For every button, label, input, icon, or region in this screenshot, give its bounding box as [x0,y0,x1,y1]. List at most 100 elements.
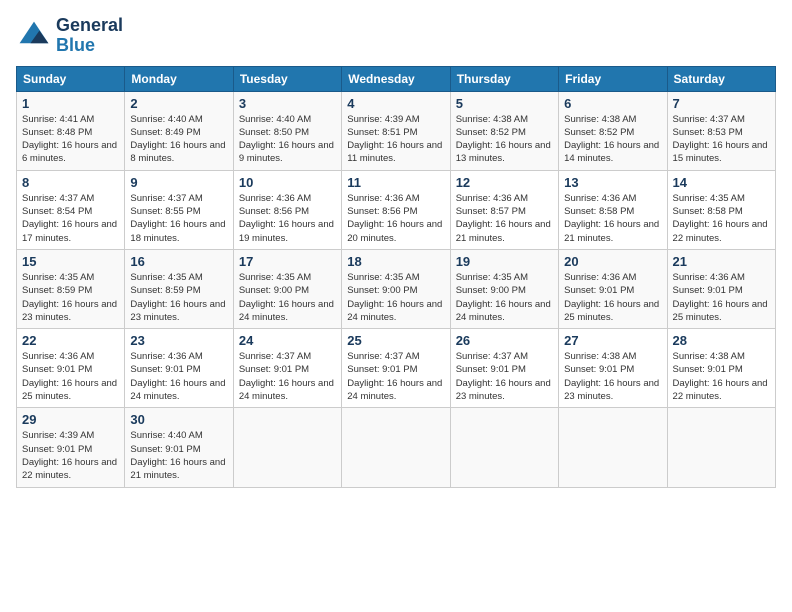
day-number: 4 [347,96,444,111]
logo: General Blue [16,16,123,56]
calendar-table: SundayMondayTuesdayWednesdayThursdayFrid… [16,66,776,488]
day-number: 27 [564,333,661,348]
day-info: Sunrise: 4:36 AMSunset: 9:01 PMDaylight:… [130,350,227,403]
day-info: Sunrise: 4:39 AMSunset: 9:01 PMDaylight:… [22,429,119,482]
day-info: Sunrise: 4:39 AMSunset: 8:51 PMDaylight:… [347,113,444,166]
day-info: Sunrise: 4:36 AMSunset: 9:01 PMDaylight:… [22,350,119,403]
day-cell: 6 Sunrise: 4:38 AMSunset: 8:52 PMDaylight… [559,91,667,170]
day-info: Sunrise: 4:37 AMSunset: 8:54 PMDaylight:… [22,192,119,245]
day-number: 8 [22,175,119,190]
day-cell: 28 Sunrise: 4:38 AMSunset: 9:01 PMDayligh… [667,329,775,408]
day-info: Sunrise: 4:37 AMSunset: 9:01 PMDaylight:… [347,350,444,403]
day-cell: 10 Sunrise: 4:36 AMSunset: 8:56 PMDayligh… [233,170,341,249]
day-info: Sunrise: 4:38 AMSunset: 8:52 PMDaylight:… [564,113,661,166]
day-number: 13 [564,175,661,190]
day-cell: 23 Sunrise: 4:36 AMSunset: 9:01 PMDayligh… [125,329,233,408]
day-info: Sunrise: 4:35 AMSunset: 9:00 PMDaylight:… [347,271,444,324]
logo-text: General Blue [56,16,123,56]
logo-icon [16,18,52,54]
day-cell: 15Sunrise: 4:35 AMSunset: 8:59 PMDayligh… [17,249,125,328]
day-number: 30 [130,412,227,427]
day-number: 20 [564,254,661,269]
empty-cell [667,408,775,487]
weekday-header-sunday: Sunday [17,66,125,91]
day-info: Sunrise: 4:40 AMSunset: 8:49 PMDaylight:… [130,113,227,166]
day-cell: 13 Sunrise: 4:36 AMSunset: 8:58 PMDayligh… [559,170,667,249]
weekday-header-wednesday: Wednesday [342,66,450,91]
day-number: 16 [130,254,227,269]
day-number: 28 [673,333,770,348]
day-number: 17 [239,254,336,269]
day-info: Sunrise: 4:38 AMSunset: 9:01 PMDaylight:… [673,350,770,403]
day-info: Sunrise: 4:37 AMSunset: 9:01 PMDaylight:… [239,350,336,403]
day-cell: 3 Sunrise: 4:40 AMSunset: 8:50 PMDaylight… [233,91,341,170]
day-number: 7 [673,96,770,111]
day-number: 22 [22,333,119,348]
day-cell: 5 Sunrise: 4:38 AMSunset: 8:52 PMDaylight… [450,91,558,170]
day-cell: 30 Sunrise: 4:40 AMSunset: 9:01 PMDayligh… [125,408,233,487]
empty-cell [450,408,558,487]
day-number: 15 [22,254,119,269]
day-number: 18 [347,254,444,269]
day-cell: 22 Sunrise: 4:36 AMSunset: 9:01 PMDayligh… [17,329,125,408]
weekday-header-monday: Monday [125,66,233,91]
day-cell: 21 Sunrise: 4:36 AMSunset: 9:01 PMDayligh… [667,249,775,328]
day-info: Sunrise: 4:36 AMSunset: 8:56 PMDaylight:… [239,192,336,245]
day-info: Sunrise: 4:40 AMSunset: 9:01 PMDaylight:… [130,429,227,482]
day-number: 12 [456,175,553,190]
day-cell: 17 Sunrise: 4:35 AMSunset: 9:00 PMDayligh… [233,249,341,328]
day-info: Sunrise: 4:36 AMSunset: 9:01 PMDaylight:… [564,271,661,324]
day-info: Sunrise: 4:36 AMSunset: 8:57 PMDaylight:… [456,192,553,245]
weekday-header-friday: Friday [559,66,667,91]
day-number: 26 [456,333,553,348]
day-cell: 14Sunrise: 4:35 AMSunset: 8:58 PMDayligh… [667,170,775,249]
day-cell: 25Sunrise: 4:37 AMSunset: 9:01 PMDayligh… [342,329,450,408]
day-cell: 16 Sunrise: 4:35 AMSunset: 8:59 PMDayligh… [125,249,233,328]
day-number: 14 [673,175,770,190]
day-number: 1 [22,96,119,111]
day-info: Sunrise: 4:35 AMSunset: 8:59 PMDaylight:… [130,271,227,324]
day-info: Sunrise: 4:40 AMSunset: 8:50 PMDaylight:… [239,113,336,166]
day-info: Sunrise: 4:36 AMSunset: 9:01 PMDaylight:… [673,271,770,324]
day-info: Sunrise: 4:41 AMSunset: 8:48 PMDaylight:… [22,113,119,166]
day-cell: 8 Sunrise: 4:37 AMSunset: 8:54 PMDaylight… [17,170,125,249]
day-cell: 2 Sunrise: 4:40 AMSunset: 8:49 PMDaylight… [125,91,233,170]
weekday-header-saturday: Saturday [667,66,775,91]
weekday-header-thursday: Thursday [450,66,558,91]
day-cell: 4 Sunrise: 4:39 AMSunset: 8:51 PMDaylight… [342,91,450,170]
day-cell: 11 Sunrise: 4:36 AMSunset: 8:56 PMDayligh… [342,170,450,249]
empty-cell [342,408,450,487]
day-cell: 27 Sunrise: 4:38 AMSunset: 9:01 PMDayligh… [559,329,667,408]
day-cell: 9 Sunrise: 4:37 AMSunset: 8:55 PMDaylight… [125,170,233,249]
day-info: Sunrise: 4:37 AMSunset: 9:01 PMDaylight:… [456,350,553,403]
day-cell: 19 Sunrise: 4:35 AMSunset: 9:00 PMDayligh… [450,249,558,328]
day-info: Sunrise: 4:38 AMSunset: 9:01 PMDaylight:… [564,350,661,403]
day-number: 9 [130,175,227,190]
day-cell: 20 Sunrise: 4:36 AMSunset: 9:01 PMDayligh… [559,249,667,328]
day-info: Sunrise: 4:37 AMSunset: 8:55 PMDaylight:… [130,192,227,245]
day-number: 29 [22,412,119,427]
empty-cell [233,408,341,487]
day-number: 19 [456,254,553,269]
day-number: 2 [130,96,227,111]
day-number: 11 [347,175,444,190]
day-number: 23 [130,333,227,348]
day-cell: 29 Sunrise: 4:39 AMSunset: 9:01 PMDayligh… [17,408,125,487]
day-cell: 7Sunrise: 4:37 AMSunset: 8:53 PMDaylight… [667,91,775,170]
day-info: Sunrise: 4:36 AMSunset: 8:58 PMDaylight:… [564,192,661,245]
day-cell: 12 Sunrise: 4:36 AMSunset: 8:57 PMDayligh… [450,170,558,249]
empty-cell [559,408,667,487]
day-cell: 26 Sunrise: 4:37 AMSunset: 9:01 PMDayligh… [450,329,558,408]
page-header: General Blue [16,16,776,56]
day-info: Sunrise: 4:35 AMSunset: 9:00 PMDaylight:… [239,271,336,324]
day-info: Sunrise: 4:38 AMSunset: 8:52 PMDaylight:… [456,113,553,166]
day-number: 24 [239,333,336,348]
day-number: 10 [239,175,336,190]
day-cell: 18 Sunrise: 4:35 AMSunset: 9:00 PMDayligh… [342,249,450,328]
day-number: 3 [239,96,336,111]
day-number: 5 [456,96,553,111]
day-info: Sunrise: 4:36 AMSunset: 8:56 PMDaylight:… [347,192,444,245]
day-number: 21 [673,254,770,269]
day-info: Sunrise: 4:35 AMSunset: 9:00 PMDaylight:… [456,271,553,324]
day-number: 6 [564,96,661,111]
